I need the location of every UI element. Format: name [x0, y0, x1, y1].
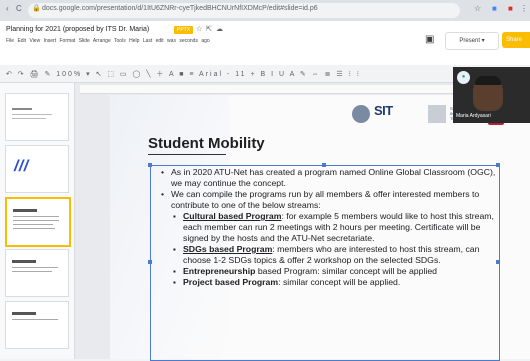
bullet-item: We can compile the programs run by all m… [155, 189, 497, 211]
extension-icon-red[interactable]: ■ [508, 4, 513, 13]
sub-bullet-bold: Project based Program [183, 277, 279, 287]
sub-bullet-bold: SDGs based Program [183, 244, 273, 254]
present-button[interactable]: Present ▾ [445, 32, 499, 50]
sub-bullet-text: : similar concept will be applied. [278, 277, 401, 287]
doc-header: Planning for 2021 (proposed by ITS Dr. M… [0, 21, 530, 65]
slide-filmstrip: / / / [0, 83, 75, 359]
move-icon[interactable]: ⇱ [206, 25, 212, 33]
partner-logo [428, 105, 446, 123]
star-icon[interactable]: ☆ [196, 25, 202, 33]
slide-title[interactable]: Student Mobility [148, 135, 265, 152]
sub-bullet-item: SDGs based Program: members who are inte… [155, 244, 497, 266]
extension-icon[interactable]: ■ [492, 4, 497, 13]
participant-name: Maria Ardyasari [456, 113, 491, 119]
slide-body[interactable]: As in 2020 ATU-Net has created a program… [155, 167, 497, 288]
slide-thumbnail[interactable]: / / / [5, 145, 69, 193]
video-call-overlay[interactable]: ● Maria Ardyasari [453, 67, 530, 123]
formatting-toolbar: ↶ ↷ 🖨 ✎ 100% ▾ ↖ ⬚ ▭ ◯ ╲ ＋ A ■ ≡ Arial -… [0, 65, 530, 83]
slide-thumbnail-selected[interactable] [5, 197, 71, 247]
file-type-badge: PPTX [174, 26, 194, 34]
share-button[interactable]: Share [502, 32, 530, 48]
slide-thumbnail[interactable] [5, 301, 69, 349]
resize-handle[interactable] [148, 163, 152, 167]
slide-thumbnail[interactable] [5, 249, 69, 297]
address-bar[interactable]: 🔒 docs.google.com/presentation/d/1ItU6ZN… [28, 3, 460, 18]
star-icon[interactable]: ☆ [474, 4, 481, 13]
meet-avatar-icon: ● [457, 71, 470, 84]
participant-hair [475, 76, 501, 85]
resize-handle[interactable] [148, 260, 152, 264]
bullet-item: As in 2020 ATU-Net has created a program… [155, 167, 497, 189]
sub-bullet-item: Project based Program: similar concept w… [155, 277, 497, 288]
menu-icon[interactable]: ⋮ [520, 4, 528, 13]
title-underline [148, 154, 226, 155]
seal-logo [352, 105, 370, 123]
cloud-icon: ☁ [216, 26, 223, 33]
sub-bullet-item: Cultural based Program: for example 5 me… [155, 211, 497, 244]
back-icon[interactable]: ‹ [6, 4, 9, 13]
share-label: Share [506, 37, 523, 43]
present-label: Present [459, 38, 480, 44]
slide-thumbnail[interactable] [5, 93, 69, 141]
toolbar-glyphs[interactable]: ↶ ↷ 🖨 ✎ 100% ▾ ↖ ⬚ ▭ ◯ ╲ ＋ A ■ ≡ Arial -… [6, 69, 361, 79]
sub-bullet-bold: Entrepreneurship [183, 266, 256, 276]
lock-icon: 🔒 [32, 5, 41, 12]
browser-toolbar: ‹ C 🔒 docs.google.com/presentation/d/1It… [0, 0, 530, 21]
sub-bullet-bold: Cultural based Program [183, 211, 282, 221]
reload-icon[interactable]: C [16, 4, 22, 13]
document-title[interactable]: Planning for 2021 (proposed by ITS Dr. M… [6, 26, 149, 33]
sub-bullet-text: based Program: similar concept will be a… [255, 266, 437, 276]
menu-bar[interactable]: File Edit View Insert Format Slide Arran… [6, 38, 210, 44]
sit-logo: SIT [374, 103, 393, 118]
url-text: docs.google.com/presentation/d/1ItU6ZNRr… [42, 5, 318, 12]
comment-icon[interactable]: ▣ [425, 34, 434, 45]
sub-bullet-item: Entrepreneurship based Program: similar … [155, 266, 497, 277]
current-slide[interactable]: SIT SHIBAURA INSTITUTE OF TECHNOLOGY Stu… [110, 95, 530, 361]
